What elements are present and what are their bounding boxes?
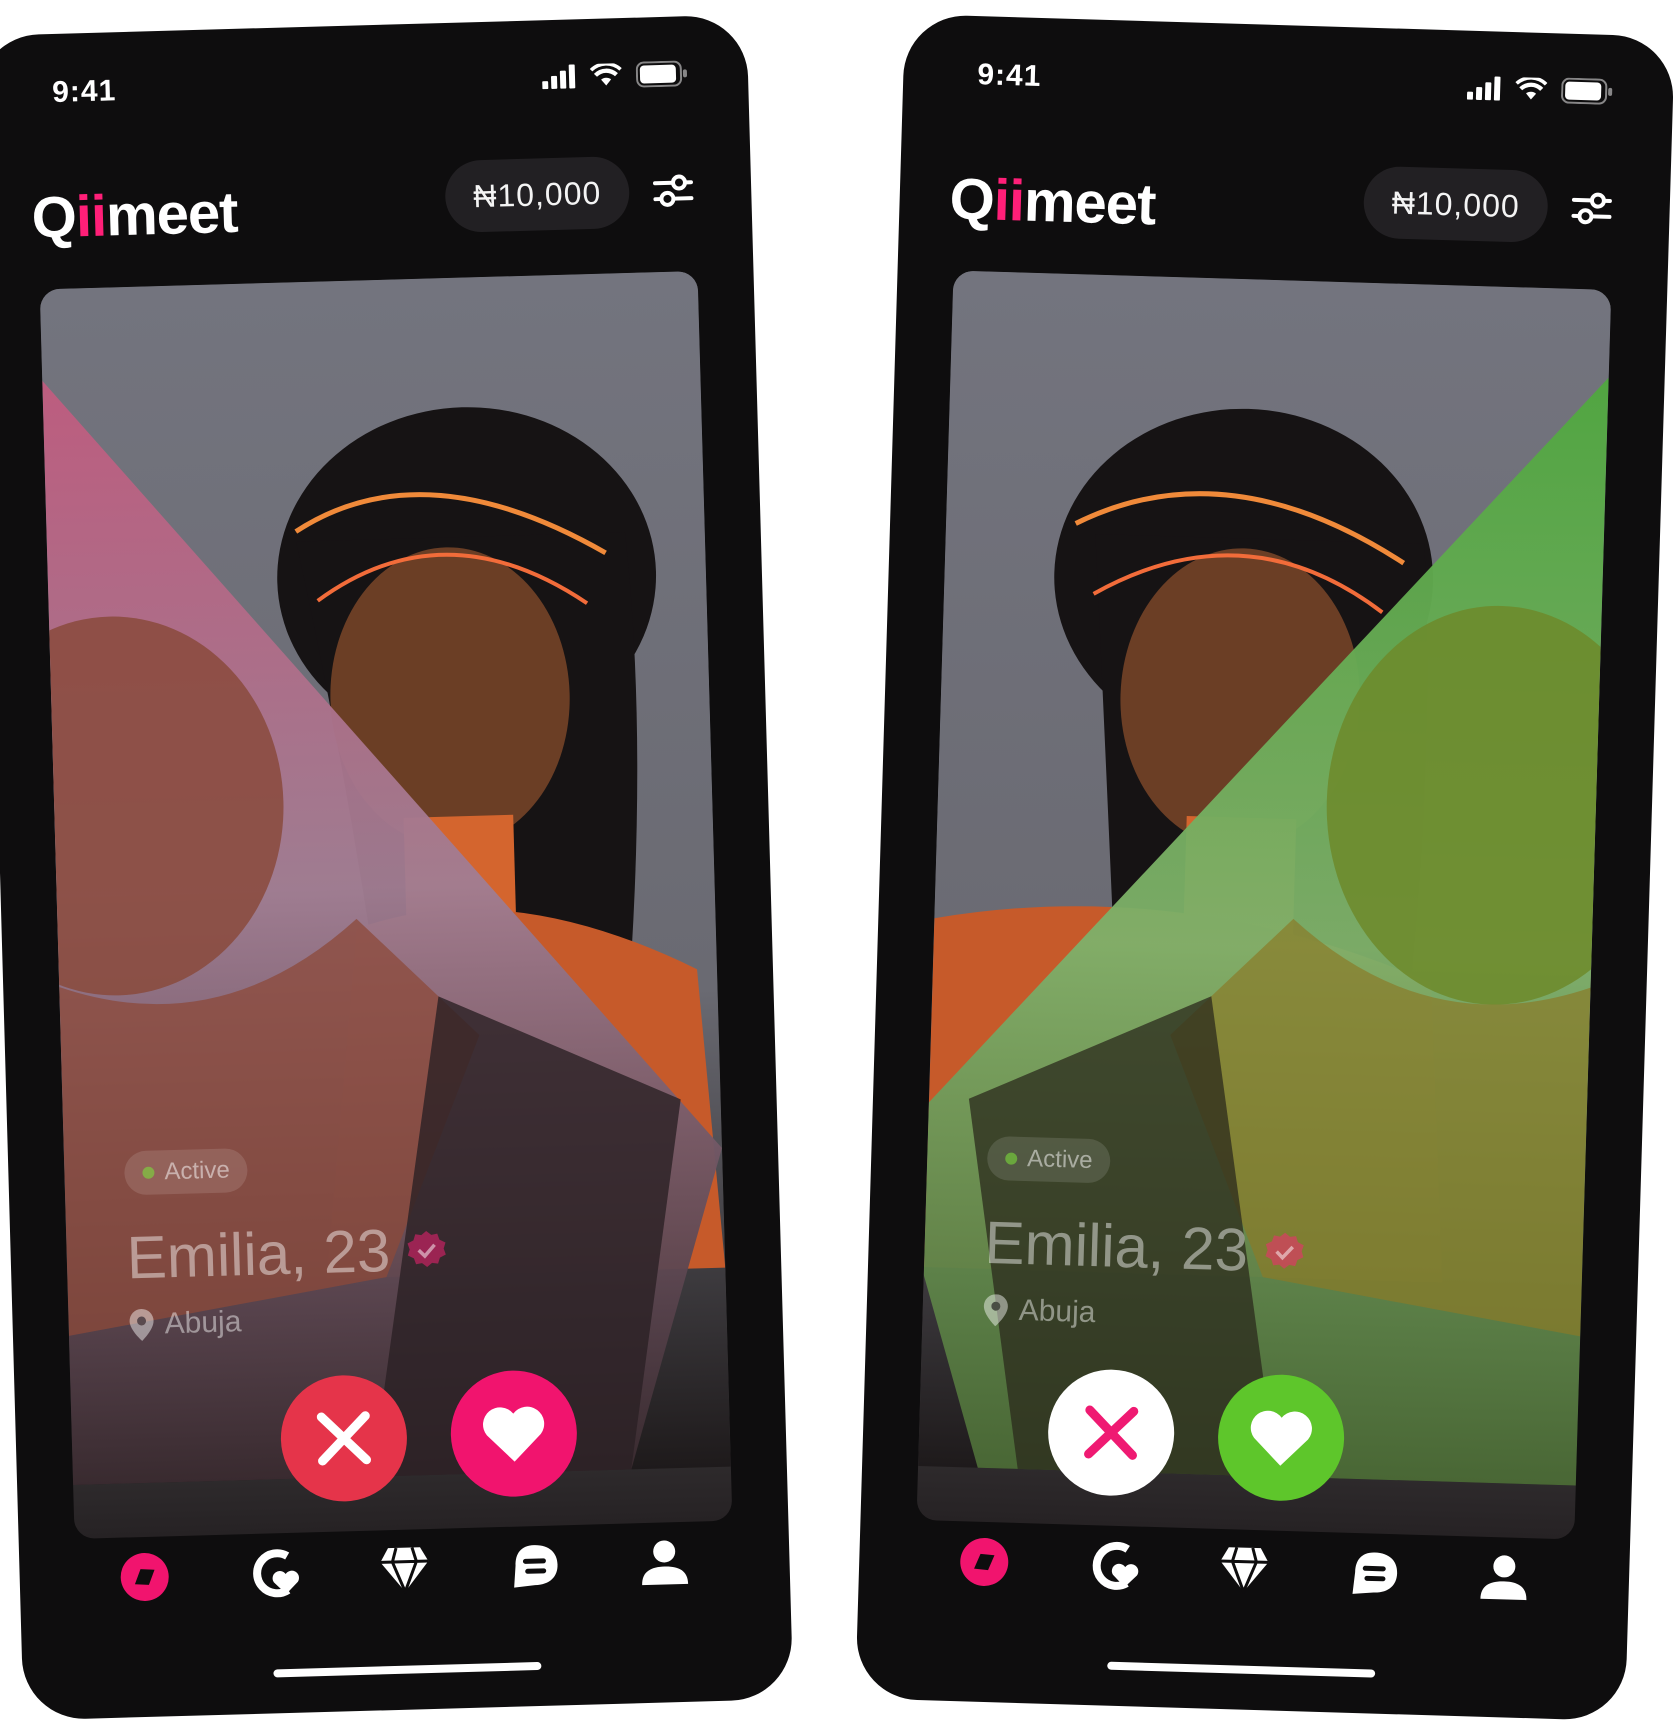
phone-screen-left: 9:41 Qiimeet ₦10,000 Active Emilia, 23 A… [0,14,794,1721]
status-icons [1466,75,1614,105]
active-dot-icon [1005,1152,1018,1165]
active-status-badge: Active [986,1135,1112,1184]
close-icon [1084,1405,1139,1460]
verified-badge-icon [1265,1232,1305,1269]
profile-info: Active Emilia, 23 Abuja [123,1142,451,1342]
status-time: 9:41 [976,58,1042,94]
reject-button[interactable] [1046,1367,1177,1498]
close-icon [316,1411,372,1466]
heart-icon [483,1406,545,1462]
tab-matches[interactable] [244,1543,306,1605]
home-indicator[interactable] [1107,1661,1376,1678]
tab-chat[interactable] [1343,1543,1405,1605]
tab-premium[interactable] [374,1539,436,1601]
active-status-badge: Active [123,1147,249,1196]
phone-screen-right: 9:41 Qiimeet ₦10,000 Active Emilia, 23 A… [855,13,1673,1722]
profile-icon [1480,1555,1527,1601]
swipe-actions [1046,1367,1346,1503]
home-indicator[interactable] [273,1661,542,1678]
wallet-balance-button[interactable]: ₦10,000 [444,155,631,234]
logo-text-post: meet [1023,168,1157,238]
status-bar: 9:41 [903,54,1673,117]
reject-button[interactable] [279,1373,409,1504]
app-logo: Qiimeet [949,165,1157,238]
tab-profile[interactable] [634,1532,696,1594]
matches-icon [1092,1541,1139,1590]
profile-location: Abuja [1018,1293,1096,1330]
location-pin-icon [129,1308,154,1341]
logo-text-pre: Q [30,184,77,251]
profile-info: Active Emilia, 23 Abuja [982,1135,1309,1336]
filter-sliders-icon[interactable] [1567,184,1616,233]
profile-card[interactable]: Active Emilia, 23 Abuja [39,271,733,1539]
tab-discover[interactable] [114,1546,176,1608]
signal-icon [1466,76,1501,101]
status-time: 9:41 [51,74,117,109]
wifi-icon [589,63,622,86]
location-pin-icon [983,1294,1008,1327]
status-icons [542,60,689,90]
like-button[interactable] [449,1368,579,1499]
active-dot-icon [142,1166,155,1179]
chat-icon [514,1545,558,1588]
tab-discover[interactable] [953,1531,1015,1593]
tab-matches[interactable] [1083,1535,1145,1597]
matches-icon [253,1549,300,1598]
wallet-balance: ₦10,000 [472,174,602,214]
premium-diamond-icon [380,1547,429,1595]
profile-name-row: Emilia, 23 [126,1214,449,1292]
verified-badge-icon [407,1230,447,1267]
logo-text-post: meet [105,179,239,249]
battery-icon [635,60,687,88]
logo-text-pre: Q [948,166,995,233]
wallet-balance-button[interactable]: ₦10,000 [1362,165,1549,244]
profile-name-age: Emilia, 23 [125,1217,392,1292]
swipe-actions [279,1368,579,1504]
profile-card[interactable]: Active Emilia, 23 Abuja [916,270,1612,1540]
profile-name-row: Emilia, 23 [984,1208,1307,1287]
tab-chat[interactable] [504,1535,566,1597]
logo-text-accent: ii [74,183,107,250]
profile-icon [642,1540,689,1586]
wallet-balance: ₦10,000 [1391,183,1521,224]
battery-icon [1561,77,1613,105]
discover-icon [960,1537,1009,1586]
logo-text-accent: ii [992,167,1025,234]
premium-diamond-icon [1220,1547,1269,1595]
signal-icon [542,64,576,90]
app-logo: Qiimeet [31,179,239,252]
status-bar: 9:41 [0,55,749,116]
tab-premium[interactable] [1213,1539,1275,1601]
discover-icon [120,1552,169,1601]
wifi-icon [1515,77,1548,100]
like-button[interactable] [1216,1372,1346,1503]
tab-profile[interactable] [1473,1547,1535,1609]
active-status-label: Active [164,1156,231,1186]
heart-icon [1250,1410,1312,1466]
profile-name-age: Emilia, 23 [983,1208,1250,1284]
active-status-label: Active [1026,1145,1093,1175]
filter-sliders-icon[interactable] [649,166,698,215]
profile-location: Abuja [164,1305,242,1341]
chat-icon [1352,1552,1398,1594]
